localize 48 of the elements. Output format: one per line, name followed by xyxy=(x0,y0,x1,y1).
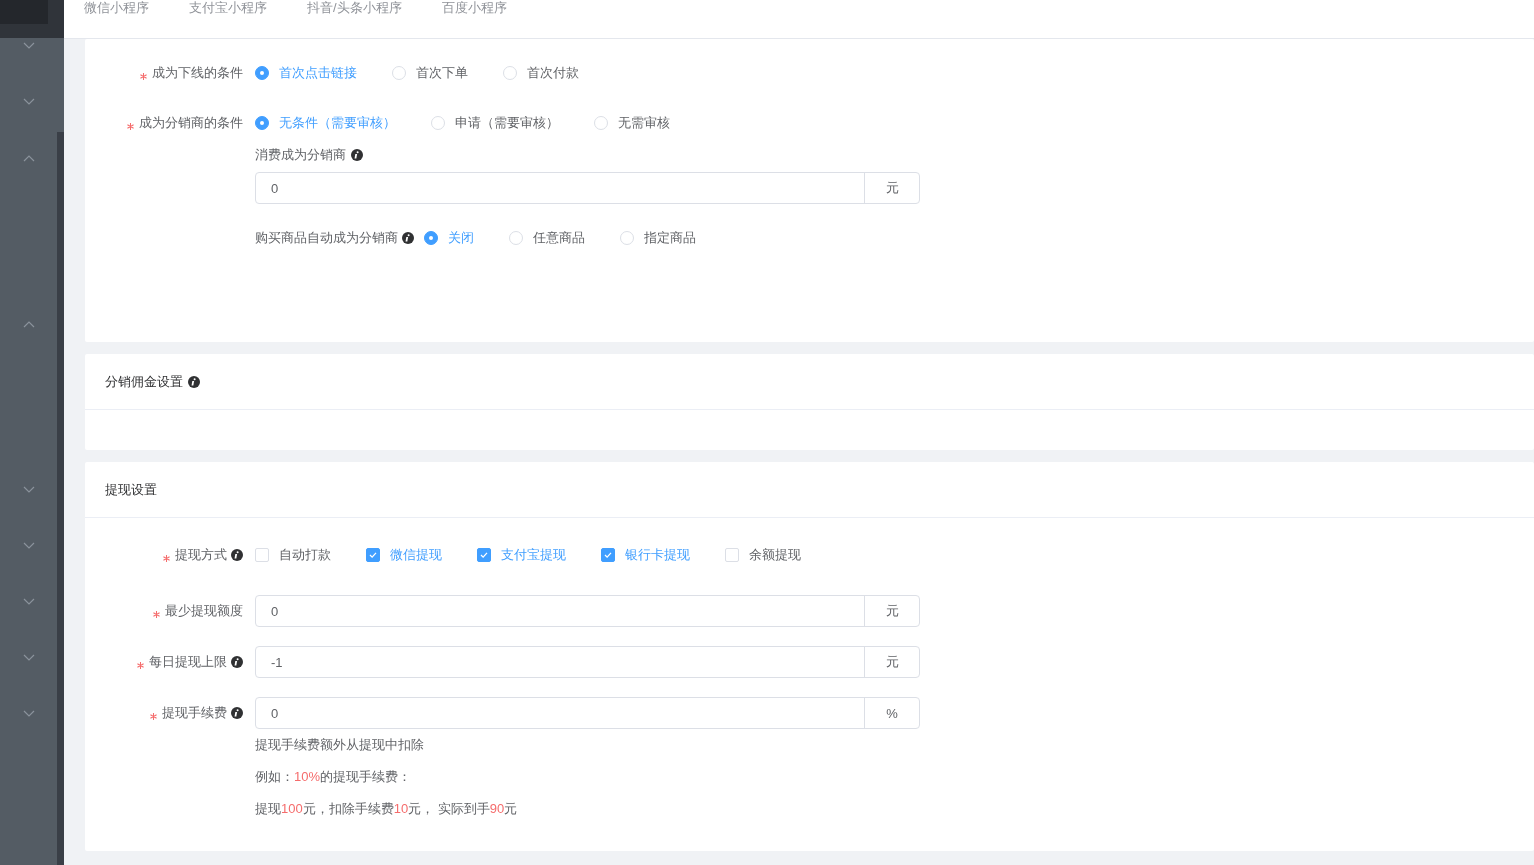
checkbox[interactable] xyxy=(366,548,380,562)
chevron-icon[interactable] xyxy=(22,654,35,662)
chevron-icon[interactable] xyxy=(22,154,35,162)
radio-option[interactable]: 无需审核 xyxy=(594,114,670,132)
field-label: 每日提现上限 xyxy=(149,653,227,671)
unit-label: 元 xyxy=(864,596,919,626)
chevron-icon[interactable] xyxy=(22,598,35,606)
field-label: 提现方式 xyxy=(175,546,227,564)
unit-label: 元 xyxy=(864,647,919,677)
radio-button[interactable] xyxy=(255,116,269,130)
input-field[interactable]: 0 xyxy=(256,173,864,203)
radio-option[interactable]: 任意商品 xyxy=(509,229,585,247)
checkbox[interactable] xyxy=(601,548,615,562)
input-field[interactable]: 0 xyxy=(256,596,864,626)
checkbox-option[interactable]: 自动打款 xyxy=(255,546,331,564)
input-group[interactable]: -1 元 xyxy=(255,646,920,678)
chevron-icon[interactable] xyxy=(22,42,35,50)
input-group[interactable]: 0 元 xyxy=(255,172,920,204)
checkbox-option[interactable]: 余额提现 xyxy=(725,546,801,564)
chevron-icon[interactable] xyxy=(22,486,35,494)
field-label: 购买商品自动成为分销商 xyxy=(255,229,398,247)
radio-button[interactable] xyxy=(255,66,269,80)
radio-option[interactable]: 首次下单 xyxy=(392,64,468,82)
chevron-icon[interactable] xyxy=(22,710,35,718)
radio-option[interactable]: 申请（需要审核） xyxy=(431,114,559,132)
field-label: 消费成为分销商 xyxy=(255,146,346,164)
hint-text: 提现100元，扣除手续费10元， 实际到手90元 xyxy=(255,800,518,818)
hint-text: 例如：10%的提现手续费： xyxy=(255,768,412,786)
radio-option[interactable]: 指定商品 xyxy=(620,229,696,247)
chevron-icon[interactable] xyxy=(22,98,35,106)
input-group[interactable]: 0 元 xyxy=(255,595,920,627)
field-label: 成为分销商的条件 xyxy=(139,114,243,132)
input-group[interactable]: 0 % xyxy=(255,697,920,729)
unit-label: % xyxy=(864,698,919,728)
field-label: 提现手续费 xyxy=(162,704,227,722)
unit-label: 元 xyxy=(864,173,919,203)
radio-option[interactable]: 首次付款 xyxy=(503,64,579,82)
radio-button[interactable] xyxy=(424,231,438,245)
checkbox[interactable] xyxy=(477,548,491,562)
card-title: 提现设置 xyxy=(105,480,157,499)
field-label: 最少提现额度 xyxy=(165,602,243,620)
chevron-icon[interactable] xyxy=(22,320,35,328)
field-label: 成为下线的条件 xyxy=(152,64,243,82)
input-field[interactable]: 0 xyxy=(256,698,864,728)
input-field[interactable]: -1 xyxy=(256,647,864,677)
hint-text: 提现手续费额外从提现中扣除 xyxy=(255,736,424,754)
card-title: 分销佣金设置 xyxy=(105,372,183,391)
chevron-icon[interactable] xyxy=(22,542,35,550)
